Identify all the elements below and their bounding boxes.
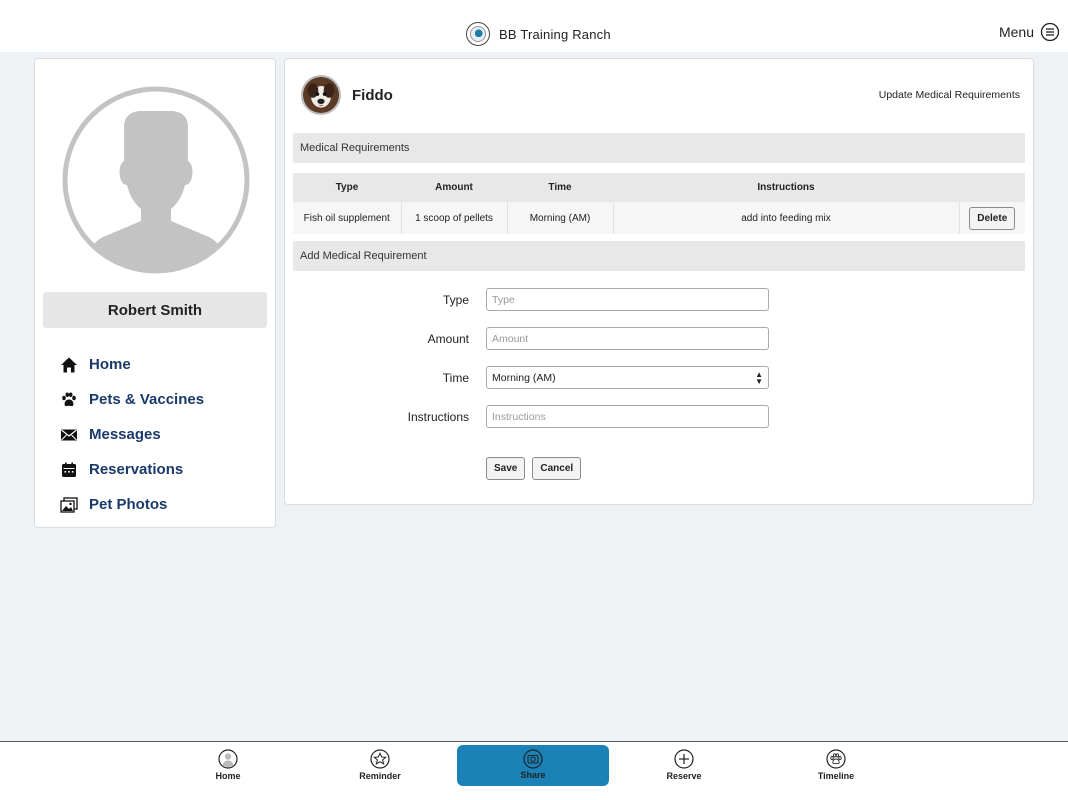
amount-label: Amount	[427, 331, 469, 346]
tab-label: Reminder	[359, 771, 401, 781]
medical-requirements-header: Medical Requirements	[293, 133, 1025, 163]
menu-label: Menu	[998, 24, 1034, 40]
sidebar-item-home[interactable]: Home	[59, 347, 204, 382]
sidebar-item-label: Messages	[89, 426, 161, 443]
sidebar-item-pets-vaccines[interactable]: Pets & Vaccines	[59, 382, 204, 417]
tab-home[interactable]: Home	[188, 749, 268, 781]
camera-icon	[523, 749, 543, 769]
tab-label: Home	[215, 771, 241, 781]
user-circle-icon	[218, 749, 238, 769]
save-button[interactable]: Save	[486, 457, 526, 480]
cell-amount: 1 scoop of pellets	[401, 202, 508, 234]
sidebar-item-label: Pet Photos	[89, 496, 168, 513]
tab-reserve[interactable]: Reserve	[644, 749, 724, 781]
tab-label: Share	[520, 770, 546, 780]
sidebar-item-messages[interactable]: Messages	[59, 417, 204, 452]
sidebar-item-reservations[interactable]: Reservations	[59, 452, 204, 487]
cell-instructions: add into feeding mix	[613, 202, 960, 234]
table-row: Fish oil supplement 1 scoop of pellets M…	[293, 202, 1025, 234]
avatar	[62, 86, 250, 274]
instructions-row: Instructions	[385, 405, 769, 428]
tab-label: Reserve	[666, 771, 702, 781]
time-select-value: Morning (AM)	[492, 371, 556, 384]
menu-button[interactable]: Menu	[999, 22, 1060, 42]
instructions-input[interactable]	[486, 405, 769, 428]
cell-actions: Delete	[959, 202, 1025, 234]
time-row: Time Morning (AM) ▲ ▼	[385, 366, 769, 389]
photos-icon	[59, 495, 79, 515]
pet-avatar	[301, 75, 341, 115]
form-actions: Save Cancel	[486, 457, 582, 480]
tab-share[interactable]: Share	[457, 745, 609, 786]
tab-reminder[interactable]: Reminder	[340, 749, 420, 781]
column-header-type: Type	[293, 173, 401, 202]
paw-icon	[59, 390, 79, 410]
sidebar-item-pet-photos[interactable]: Pet Photos	[59, 487, 204, 522]
time-label: Time	[442, 370, 469, 385]
tab-timeline[interactable]: Timeline	[796, 749, 876, 781]
profile-name: Robert Smith	[43, 292, 267, 328]
medical-requirements-card: Fiddo Update Medical Requirements Medica…	[284, 58, 1034, 505]
cell-type: Fish oil supplement	[293, 202, 402, 234]
envelope-icon	[59, 425, 79, 445]
profile-card: Robert Smith Home Pets & Vaccines Messag…	[34, 58, 276, 528]
sidebar-nav: Home Pets & Vaccines Messages Reservatio…	[59, 347, 204, 522]
pet-name: Fiddo	[352, 86, 393, 104]
bottom-nav: Home Reminder Share Reserve Timeline	[0, 741, 1068, 800]
brand[interactable]: BB Training Ranch	[466, 22, 611, 46]
brand-name: BB Training Ranch	[499, 26, 611, 42]
calendar-icon	[59, 460, 79, 480]
pet-header: Fiddo	[301, 75, 393, 115]
sidebar-item-label: Pets & Vaccines	[89, 391, 205, 408]
cell-time: Morning (AM)	[507, 202, 614, 234]
hamburger-icon	[1040, 22, 1060, 42]
table-header-row: Type Amount Time Instructions	[293, 173, 1025, 202]
column-header-instructions: Instructions	[613, 173, 959, 202]
column-header-amount: Amount	[401, 173, 507, 202]
delete-button[interactable]: Delete	[969, 206, 1016, 230]
amount-input[interactable]	[486, 327, 769, 350]
sidebar-item-label: Reservations	[89, 461, 184, 478]
time-select[interactable]: Morning (AM) ▲ ▼	[486, 366, 769, 389]
column-header-time: Time	[507, 173, 613, 202]
type-label: Type	[442, 292, 469, 307]
instructions-label: Instructions	[407, 409, 469, 424]
amount-row: Amount	[385, 327, 769, 350]
paw-circle-icon	[826, 749, 846, 769]
plus-circle-icon	[674, 749, 694, 769]
star-icon	[370, 749, 390, 769]
update-medical-requirements-link[interactable]: Update Medical Requirements	[879, 89, 1020, 101]
column-header-actions	[959, 173, 1025, 202]
medical-requirements-table: Type Amount Time Instructions Fish oil s…	[293, 173, 1025, 234]
cancel-button[interactable]: Cancel	[532, 457, 582, 480]
home-icon	[59, 355, 79, 375]
tab-label: Timeline	[817, 771, 855, 781]
select-arrows-icon: ▲ ▼	[755, 369, 763, 386]
brand-logo-icon	[466, 22, 490, 46]
add-medical-requirement-header: Add Medical Requirement	[293, 241, 1025, 271]
sidebar-item-label: Home	[89, 356, 131, 373]
type-input[interactable]	[486, 288, 769, 311]
top-header: BB Training Ranch Menu	[0, 0, 1068, 52]
type-row: Type	[385, 288, 769, 311]
